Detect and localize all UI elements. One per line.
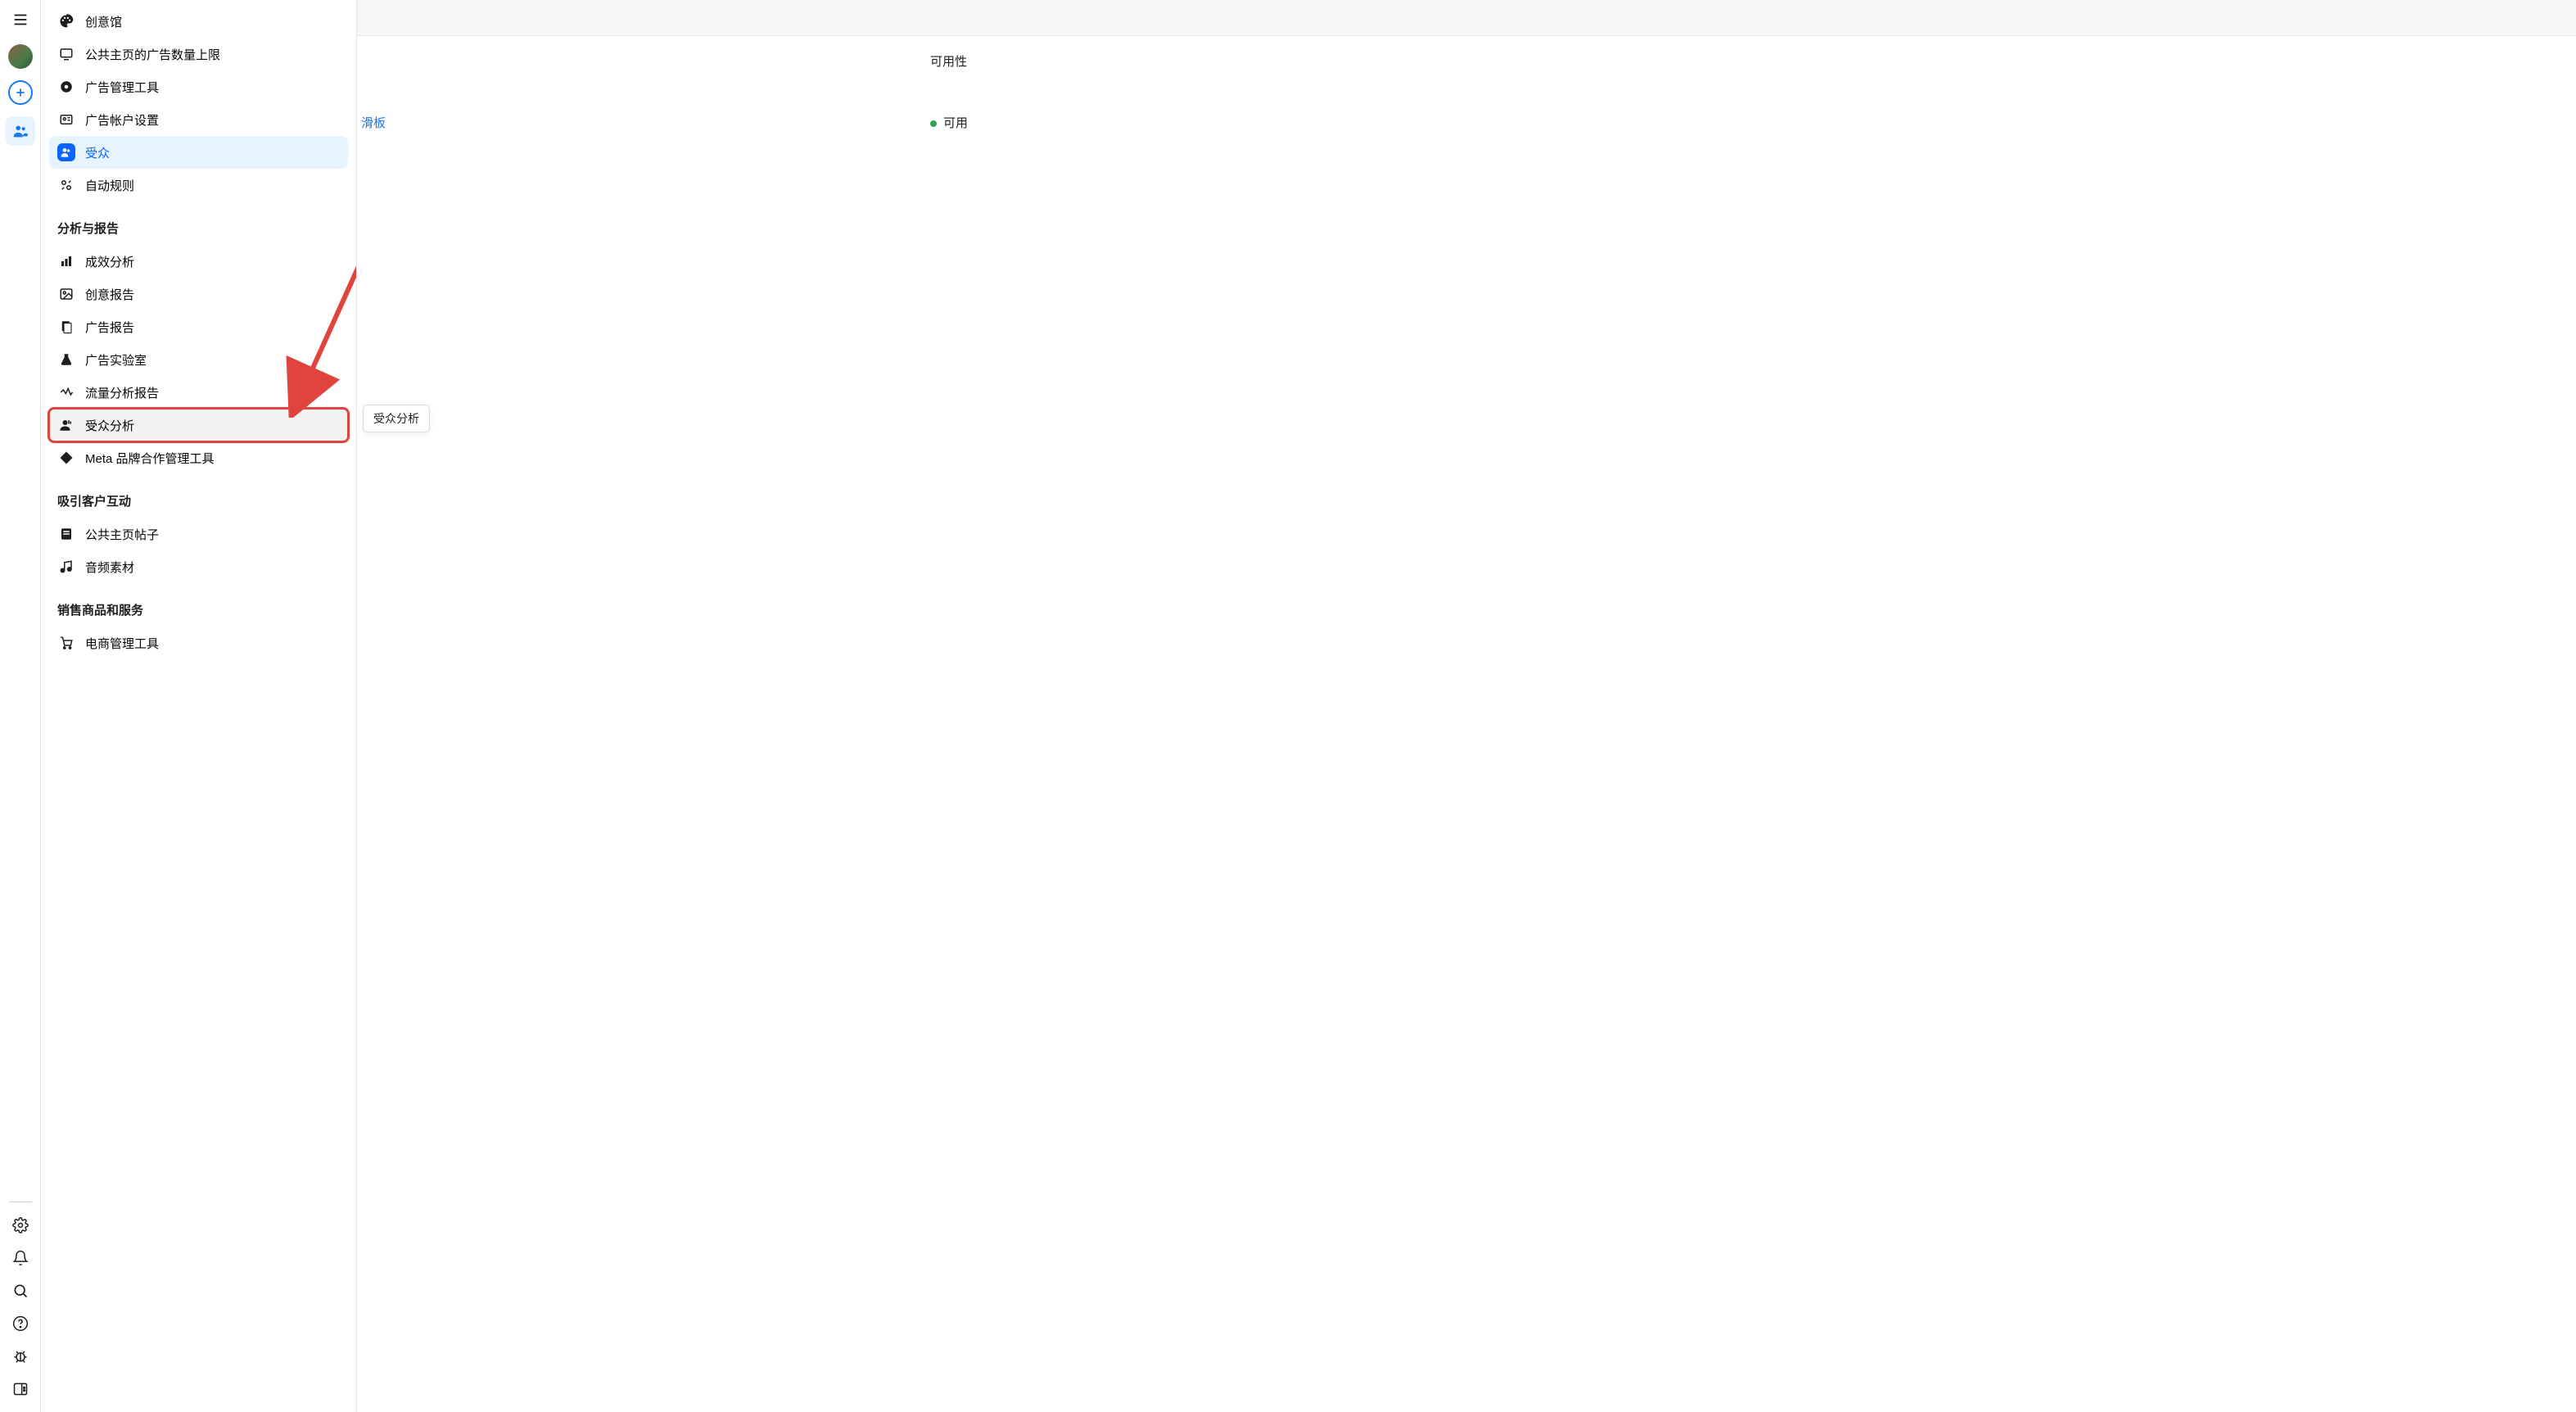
- menu-label: 广告实验室: [85, 351, 147, 369]
- status-label: 可用: [943, 116, 968, 130]
- menu-label: 成效分析: [85, 253, 134, 270]
- section-header-engage: 吸引客户互动: [49, 474, 348, 518]
- menu-item-ad-account-settings[interactable]: 广告帐户设置: [49, 103, 348, 136]
- target-icon: [57, 78, 75, 96]
- sidebar-panel: 创意馆 公共主页的广告数量上限 广告管理工具 广告帐户设置 受众 自动规则: [41, 0, 357, 1412]
- search-icon[interactable]: [11, 1281, 30, 1301]
- bell-icon[interactable]: [11, 1248, 30, 1268]
- page-icon: [57, 525, 75, 543]
- person-icon: [57, 416, 75, 434]
- status-cell: 可用: [930, 114, 968, 131]
- tooltip-audience-insights: 受众分析: [363, 405, 430, 432]
- help-icon[interactable]: [11, 1314, 30, 1333]
- menu-item-traffic-report[interactable]: 流量分析报告: [49, 376, 348, 409]
- diamond-icon: [57, 449, 75, 467]
- menu-label: 电商管理工具: [85, 635, 159, 652]
- menu-label: 公共主页帖子: [85, 526, 159, 543]
- menu-label: 音频素材: [85, 559, 134, 576]
- menu-item-automated-rules[interactable]: 自动规则: [49, 169, 348, 201]
- menu-label: 受众: [85, 144, 110, 161]
- rail-bottom: [9, 1197, 32, 1412]
- section-header-sales: 销售商品和服务: [49, 583, 348, 627]
- audience-rail-button[interactable]: [6, 116, 35, 146]
- main-toolbar: [357, 0, 2576, 36]
- palette-icon: [57, 12, 75, 30]
- menu-label: 创意馆: [85, 13, 122, 30]
- panel-icon[interactable]: [11, 1379, 30, 1399]
- menu-item-commerce-manager[interactable]: 电商管理工具: [49, 627, 348, 659]
- bar-icon: [57, 252, 75, 270]
- left-rail: [0, 0, 41, 1412]
- menu-label: 受众分析: [85, 417, 134, 434]
- menu-item-page-ad-limit[interactable]: 公共主页的广告数量上限: [49, 38, 348, 70]
- settings-icon[interactable]: [11, 1215, 30, 1235]
- hamburger-button[interactable]: [6, 5, 35, 34]
- menu-label: 广告帐户设置: [85, 111, 159, 129]
- monitor-icon: [57, 45, 75, 63]
- menu-label: Meta 品牌合作管理工具: [85, 450, 215, 467]
- flask-icon: [57, 351, 75, 369]
- doc-icon: [57, 318, 75, 336]
- bug-icon[interactable]: [11, 1346, 30, 1366]
- menu-label: 自动规则: [85, 177, 134, 194]
- main-content: 可用性 滑板 可用: [357, 0, 2576, 1412]
- menu-label: 公共主页的广告数量上限: [85, 46, 220, 63]
- menu-item-audience-insights[interactable]: 受众分析: [49, 409, 348, 441]
- menu-item-sound-collection[interactable]: 音频素材: [49, 550, 348, 583]
- menu-item-ads-manager[interactable]: 广告管理工具: [49, 70, 348, 103]
- menu-item-experiments[interactable]: 广告实验室: [49, 343, 348, 376]
- avatar[interactable]: [8, 44, 33, 69]
- menu-item-audience[interactable]: 受众: [49, 136, 348, 169]
- sidebar-scroll[interactable]: 创意馆 公共主页的广告数量上限 广告管理工具 广告帐户设置 受众 自动规则: [41, 0, 356, 1412]
- menu-label: 创意报告: [85, 286, 134, 303]
- section-header-analysis: 分析与报告: [49, 201, 348, 245]
- menu-label: 广告管理工具: [85, 79, 159, 96]
- row-link-skateboard[interactable]: 滑板: [361, 114, 386, 131]
- id-icon: [57, 111, 75, 129]
- menu-item-brand-collabs[interactable]: Meta 品牌合作管理工具: [49, 441, 348, 474]
- status-dot-icon: [930, 120, 937, 127]
- image-icon: [57, 285, 75, 303]
- menu-label: 广告报告: [85, 319, 134, 336]
- create-button[interactable]: [8, 80, 33, 105]
- availability-column: 可用性: [930, 36, 967, 83]
- auto-icon: [57, 176, 75, 194]
- menu-item-page-posts[interactable]: 公共主页帖子: [49, 518, 348, 550]
- menu-label: 流量分析报告: [85, 384, 159, 401]
- menu-item-creative-hub[interactable]: 创意馆: [49, 5, 348, 38]
- activity-icon: [57, 383, 75, 401]
- menu-item-creative-report[interactable]: 创意报告: [49, 278, 348, 310]
- music-icon: [57, 558, 75, 576]
- menu-item-ad-report[interactable]: 广告报告: [49, 310, 348, 343]
- availability-header: 可用性: [930, 36, 967, 83]
- cart-icon: [57, 634, 75, 652]
- audience-icon: [57, 143, 75, 161]
- menu-item-insights[interactable]: 成效分析: [49, 245, 348, 278]
